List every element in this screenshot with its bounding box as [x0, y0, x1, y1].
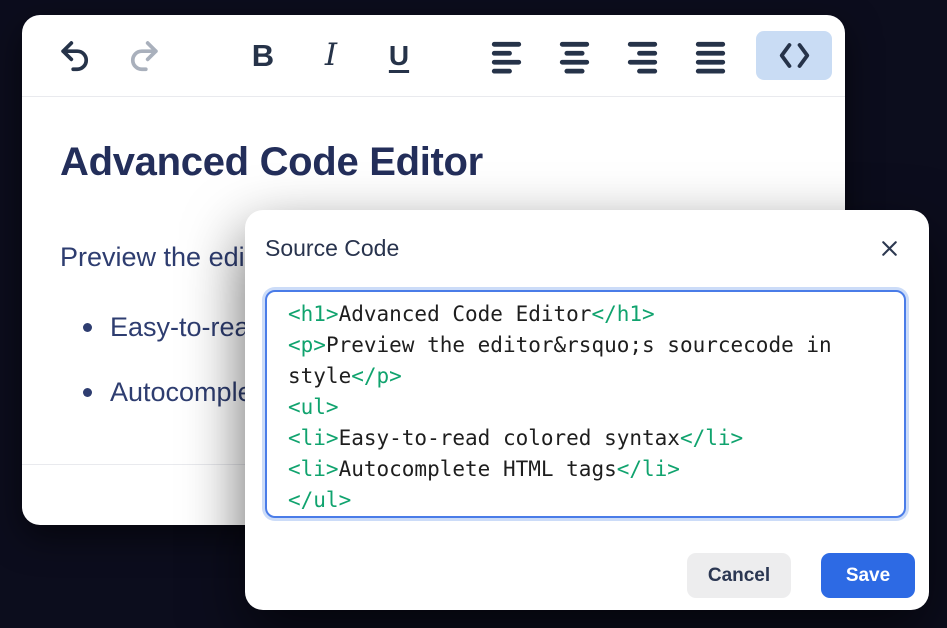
code-icon: [776, 37, 813, 74]
align-right-icon: [624, 37, 661, 74]
align-left-button[interactable]: [484, 34, 528, 78]
italic-button[interactable]: I: [309, 34, 353, 78]
align-center-icon: [556, 37, 593, 74]
close-button[interactable]: [871, 230, 907, 266]
bold-button[interactable]: B: [241, 34, 285, 78]
redo-icon: [125, 37, 162, 74]
align-justify-icon: [692, 37, 729, 74]
code-tag-token: </p>: [351, 364, 402, 388]
italic-icon: I: [325, 40, 337, 71]
justify-button[interactable]: [688, 34, 732, 78]
code-tag-token: <li>: [288, 457, 339, 481]
code-line: <li>Easy-to-read colored syntax</li>: [288, 423, 886, 454]
code-line: <p>Preview the editor&rsquo;s sourcecode…: [288, 330, 886, 392]
code-tag-token: </h1>: [591, 302, 654, 326]
underline-button[interactable]: U: [377, 34, 421, 78]
code-tag-token: <p>: [288, 333, 326, 357]
bold-icon: B: [252, 40, 274, 71]
source-code-button[interactable]: [756, 31, 832, 80]
content-heading: Advanced Code Editor: [60, 139, 807, 186]
save-button[interactable]: Save: [821, 553, 915, 598]
code-text-token: Autocomplete HTML tags: [339, 457, 617, 481]
source-code-textarea[interactable]: <h1>Advanced Code Editor</h1><p>Preview …: [265, 290, 906, 518]
undo-button[interactable]: [53, 34, 97, 78]
screen-background: { "colors": { "background": "#0c0d1d", "…: [0, 0, 947, 628]
align-left-icon: [488, 37, 525, 74]
editor-toolbar: BIU: [22, 15, 845, 97]
align-right-button[interactable]: [620, 34, 664, 78]
code-line: <ul>: [288, 392, 886, 423]
undo-icon: [57, 37, 94, 74]
dialog-title: Source Code: [265, 235, 399, 262]
dialog-header: Source Code: [245, 210, 929, 266]
dialog-footer: Cancel Save: [687, 553, 915, 598]
code-tag-token: </li>: [617, 457, 680, 481]
cancel-button[interactable]: Cancel: [687, 553, 791, 598]
code-text-token: Easy-to-read colored syntax: [339, 426, 680, 450]
underline-icon: U: [389, 42, 409, 70]
redo-button[interactable]: [121, 34, 165, 78]
code-tag-token: <li>: [288, 426, 339, 450]
align-center-button[interactable]: [552, 34, 596, 78]
code-line: <h1>Advanced Code Editor</h1>: [288, 299, 886, 330]
code-tag-token: </ul>: [288, 488, 351, 512]
code-tag-token: <ul>: [288, 395, 339, 419]
code-line: </ul>: [288, 485, 886, 516]
code-line: <li>Autocomplete HTML tags</li>: [288, 454, 886, 485]
code-tag-token: <h1>: [288, 302, 339, 326]
code-text-token: Advanced Code Editor: [339, 302, 592, 326]
source-code-dialog: Source Code <h1>Advanced Code Editor</h1…: [245, 210, 929, 610]
x-icon: [878, 237, 901, 260]
code-tag-token: </li>: [680, 426, 743, 450]
